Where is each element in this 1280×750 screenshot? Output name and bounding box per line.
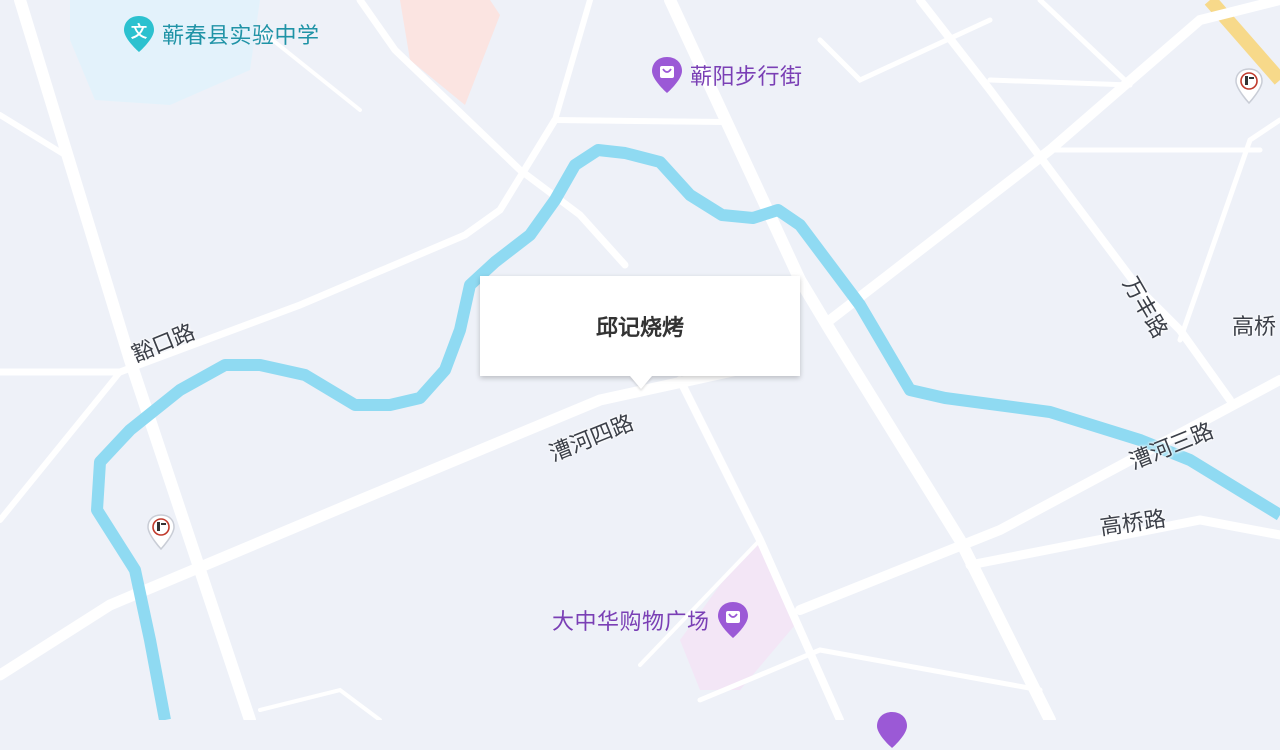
shopping-bag-icon [652, 57, 682, 93]
poi-mall-label: 大中华购物广场 [552, 610, 710, 635]
poi-school[interactable]: 文 蕲春县实验中学 [122, 14, 320, 54]
sinopec-gas-station-icon[interactable] [1234, 67, 1264, 105]
info-popup[interactable]: 邱记烧烤 [480, 276, 800, 376]
sinopec-gas-station-icon[interactable] [146, 513, 176, 551]
shopping-bag-icon[interactable] [875, 710, 909, 750]
road-label-gaoqiao-partial: 高桥 [1232, 315, 1277, 340]
salmon-area [400, 0, 500, 105]
school-icon: 文 [124, 16, 154, 52]
poi-pedestrian-street-label: 蕲阳步行街 [690, 65, 803, 90]
shopping-bag-icon [717, 602, 748, 638]
popup-title: 邱记烧烤 [595, 315, 684, 341]
poi-pedestrian-street[interactable]: 蕲阳步行街 [650, 55, 803, 95]
poi-mall[interactable]: 大中华购物广场 [552, 600, 750, 640]
poi-school-label: 蕲春县实验中学 [162, 24, 320, 49]
svg-text:文: 文 [131, 22, 148, 41]
